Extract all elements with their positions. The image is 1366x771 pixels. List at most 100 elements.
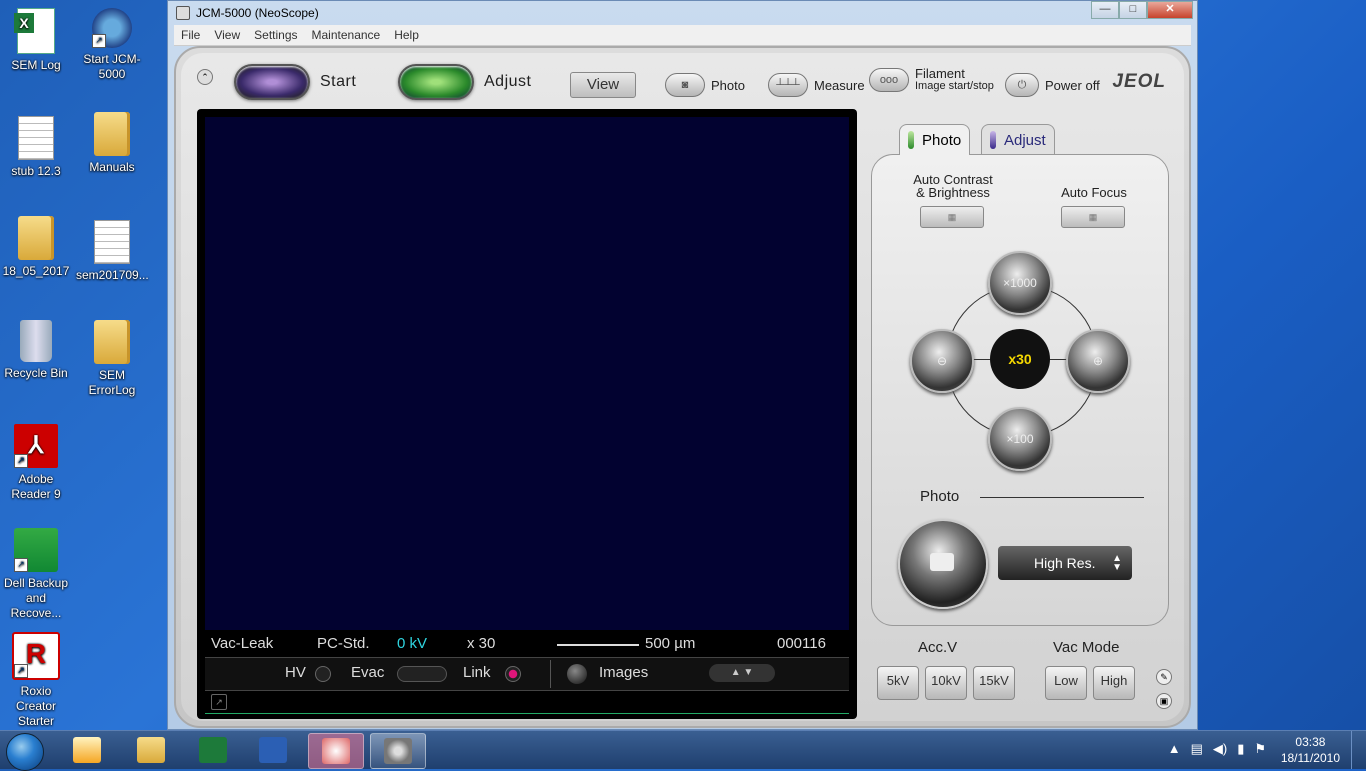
- photo-section-divider: [980, 497, 1144, 498]
- tool-icon[interactable]: ✎: [1156, 669, 1172, 685]
- vac-mode-label: Vac Mode: [1053, 639, 1120, 656]
- document-icon: [94, 220, 130, 264]
- taskbar-excel[interactable]: [186, 733, 240, 767]
- neoscope-icon: [384, 738, 412, 764]
- power-icon[interactable]: ⏻: [1005, 73, 1039, 97]
- taskbar-neoscope[interactable]: [370, 733, 426, 769]
- mag-100-button[interactable]: ×100: [988, 407, 1052, 471]
- acc-v-label: Acc.V: [918, 639, 958, 656]
- auto-focus-button[interactable]: ▦: [1061, 206, 1125, 228]
- shortcut-arrow-icon: ↗: [92, 34, 106, 48]
- neoscope-inner: ⌃ Start Adjust View ◙ Photo ┴┴┴ Measure …: [181, 53, 1184, 721]
- zoom-in-icon[interactable]: ⊕: [1066, 329, 1130, 393]
- neoscope-panel: ⌃ Start Adjust View ◙ Photo ┴┴┴ Measure …: [174, 46, 1191, 728]
- desktop-icon-sem-log[interactable]: X SEM Log: [0, 8, 72, 73]
- filament-label: Filament: [915, 66, 965, 81]
- sem-image[interactable]: [205, 117, 849, 630]
- taskbar-clock[interactable]: 03:38 18/11/2010: [1281, 734, 1340, 766]
- camera-icon[interactable]: ◙: [665, 73, 705, 97]
- acc-15kv-button[interactable]: 15kV: [973, 666, 1015, 700]
- tray-expand-icon[interactable]: ▲: [1168, 741, 1181, 757]
- settings-icon[interactable]: ▣: [1156, 693, 1172, 709]
- images-label[interactable]: Images: [599, 664, 648, 681]
- desktop-icon-label: Manuals: [89, 160, 135, 174]
- auto-contrast-button[interactable]: ▦: [920, 206, 984, 228]
- evac-label: Evac: [351, 664, 385, 681]
- scale-bar: [557, 644, 639, 646]
- status-line: Vac-Leak PC-Std. 0 kV x 30 500 µm 000116: [211, 635, 851, 657]
- desktop-icon-label: Recycle Bin: [4, 366, 68, 380]
- collapse-icon[interactable]: ⌃: [197, 69, 213, 85]
- mag-1000-button[interactable]: ×1000: [988, 251, 1052, 315]
- adjust-label: Adjust: [484, 73, 532, 90]
- desktop-icon-recycle-bin[interactable]: Recycle Bin: [0, 320, 72, 381]
- desktop-icon-adobe-reader[interactable]: ⅄ ↗ Adobe Reader 9: [0, 424, 72, 502]
- word-icon: [259, 737, 287, 763]
- menu-file[interactable]: File: [174, 28, 207, 42]
- mode-status: PC-Std.: [317, 635, 370, 652]
- minimize-button[interactable]: —: [1091, 1, 1119, 19]
- menu-settings[interactable]: Settings: [247, 28, 304, 42]
- tab-photo-label: Photo: [922, 131, 962, 149]
- menu-help[interactable]: Help: [387, 28, 426, 42]
- maximize-button[interactable]: □: [1119, 1, 1147, 19]
- resolution-value: High Res.: [1034, 555, 1096, 571]
- title-bar[interactable]: JCM-5000 (NeoScope): [168, 1, 1197, 25]
- desktop-icon-manuals[interactable]: Manuals: [76, 112, 148, 175]
- indicator-row: HV Evac Link Images ▲ ▼: [205, 657, 849, 691]
- flag-icon[interactable]: ⚑: [1254, 741, 1266, 757]
- taskbar-explorer[interactable]: [124, 733, 178, 767]
- adjust-button[interactable]: [398, 64, 474, 100]
- start-button-orb[interactable]: [6, 733, 44, 771]
- clock-time: 03:38: [1295, 735, 1326, 749]
- purple-indicator-icon: [990, 131, 996, 149]
- start-button[interactable]: [234, 64, 310, 100]
- taskbar-word[interactable]: [246, 733, 300, 767]
- auto-contrast-label: Auto Contrast & Brightness: [900, 173, 1006, 199]
- shortcut-arrow-icon: ↗: [14, 454, 28, 468]
- taskbar-snipping-tool[interactable]: [308, 733, 364, 769]
- close-button[interactable]: ✕: [1147, 1, 1193, 19]
- acc-10kv-button[interactable]: 10kV: [925, 666, 967, 700]
- image-scroll-control[interactable]: ▲ ▼: [709, 664, 775, 682]
- photo-panel: Auto Contrast & Brightness ▦ Auto Focus …: [871, 154, 1169, 626]
- desktop-icon-roxio[interactable]: R ↗ Roxio Creator Starter: [0, 632, 72, 729]
- desktop-icon-label: Dell Backup and Recove...: [3, 576, 69, 620]
- desktop-icon-label: 18_05_2017: [2, 264, 70, 278]
- desktop-icon-dell-backup[interactable]: ↗ Dell Backup and Recove...: [0, 528, 72, 621]
- network-icon[interactable]: ▤: [1191, 741, 1203, 757]
- app-window: JCM-5000 (NeoScope) — □ ✕ File View Sett…: [167, 0, 1198, 730]
- desktop-icon-18-05-2017[interactable]: 18_05_2017: [0, 216, 72, 279]
- filament-icon[interactable]: ooo: [869, 68, 909, 92]
- export-icon[interactable]: ↗: [211, 694, 227, 710]
- adjust-control: Adjust: [398, 64, 531, 100]
- capture-photo-button[interactable]: [898, 519, 988, 609]
- tab-photo[interactable]: Photo: [899, 124, 971, 155]
- desktop-icon-label: Roxio Creator Starter: [15, 684, 56, 728]
- desktop-icon-stub[interactable]: stub 12.3: [0, 116, 72, 179]
- desktop-icon-start-jcm[interactable]: ↗ Start JCM-5000: [76, 8, 148, 82]
- signal-icon[interactable]: ▮: [1237, 741, 1244, 757]
- menu-maintenance[interactable]: Maintenance: [305, 28, 388, 42]
- excel-icon: X: [14, 8, 55, 54]
- recycle-bin-icon: [20, 320, 52, 362]
- kv-status: 0 kV: [397, 635, 428, 652]
- menu-view[interactable]: View: [207, 28, 247, 42]
- resolution-select[interactable]: High Res. ▲ ▼: [998, 546, 1132, 580]
- desktop-icon-label: Start JCM-5000: [83, 52, 141, 81]
- zoom-out-icon[interactable]: ⊖: [910, 329, 974, 393]
- ruler-icon[interactable]: ┴┴┴: [768, 73, 808, 97]
- jeol-logo: JEOL: [1112, 71, 1166, 92]
- desktop-icon-sem-errorlog[interactable]: SEM ErrorLog: [76, 320, 148, 398]
- vac-low-button[interactable]: Low: [1045, 666, 1087, 700]
- view-button[interactable]: View: [570, 72, 636, 98]
- desktop-icon-sem2017[interactable]: sem201709...: [76, 220, 149, 283]
- show-desktop-button[interactable]: [1351, 731, 1366, 769]
- vac-high-button[interactable]: High: [1093, 666, 1135, 700]
- images-icon[interactable]: [567, 664, 587, 684]
- acc-5kv-button[interactable]: 5kV: [877, 666, 919, 700]
- taskbar-media-player[interactable]: [60, 733, 114, 767]
- volume-icon[interactable]: ◀): [1213, 741, 1227, 757]
- green-indicator-icon: [908, 131, 914, 149]
- tab-adjust[interactable]: Adjust: [981, 124, 1055, 155]
